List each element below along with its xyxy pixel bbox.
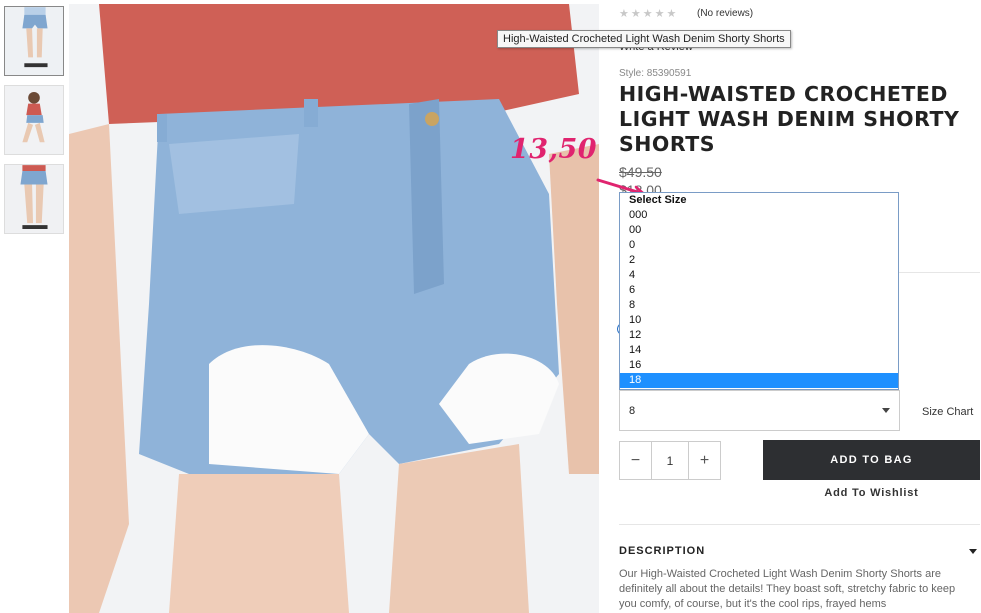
size-option[interactable]: 0	[620, 238, 898, 253]
thumbnail-side-shorts[interactable]	[4, 164, 64, 234]
product-title: HIGH-WAISTED CROCHETED LIGHT WASH DENIM …	[619, 82, 960, 156]
quantity-stepper: − 1 +	[619, 441, 721, 480]
section-divider	[619, 524, 980, 525]
thumbnail-image	[5, 165, 63, 233]
size-option[interactable]: 000	[620, 208, 898, 223]
style-number: Style: 85390591	[619, 68, 692, 79]
description-text: Our High-Waisted Crocheted Light Wash De…	[619, 568, 956, 610]
title-tooltip: High-Waisted Crocheted Light Wash Denim …	[497, 30, 791, 48]
chevron-down-icon	[882, 408, 890, 413]
size-dropdown-list[interactable]: Select Size 000 00 0 2 4 6 8 10 12 14 16 18	[619, 192, 899, 390]
add-to-bag-button[interactable]: ADD TO BAG	[763, 440, 980, 480]
size-option[interactable]: 14	[620, 343, 898, 358]
add-to-wishlist-link[interactable]: Add To Wishlist	[763, 487, 980, 499]
size-option-placeholder[interactable]: Select Size	[620, 193, 898, 208]
quantity-increment-button[interactable]: +	[689, 442, 720, 479]
thumbnail-image	[5, 7, 63, 75]
size-option[interactable]: 18	[620, 373, 898, 388]
size-chart-link[interactable]: Size Chart	[922, 406, 973, 418]
size-option[interactable]: 00	[620, 223, 898, 238]
thumbnail-front-shorts[interactable]	[4, 6, 64, 76]
size-option[interactable]: 8	[620, 298, 898, 313]
size-option[interactable]: 16	[620, 358, 898, 373]
quantity-decrement-button[interactable]: −	[620, 442, 651, 479]
size-select[interactable]: 8	[619, 390, 900, 431]
size-select-value: 8	[629, 405, 636, 417]
size-option[interactable]: 6	[620, 283, 898, 298]
chevron-down-icon[interactable]	[969, 549, 977, 554]
rating-stars: ★★★★★	[619, 8, 679, 20]
size-option[interactable]: 12	[620, 328, 898, 343]
reviews-count: (No reviews)	[697, 8, 754, 19]
size-option[interactable]: 2	[620, 253, 898, 268]
product-photo	[69, 4, 599, 613]
description-heading[interactable]: DESCRIPTION	[619, 545, 705, 557]
quantity-input[interactable]: 1	[651, 442, 689, 479]
size-option[interactable]: 4	[620, 268, 898, 283]
thumbnail-model-full[interactable]	[4, 85, 64, 155]
thumbnail-image	[5, 86, 63, 154]
handwritten-price-annotation: 13,50	[510, 134, 598, 165]
main-product-image	[69, 4, 599, 613]
size-option[interactable]: 10	[620, 313, 898, 328]
